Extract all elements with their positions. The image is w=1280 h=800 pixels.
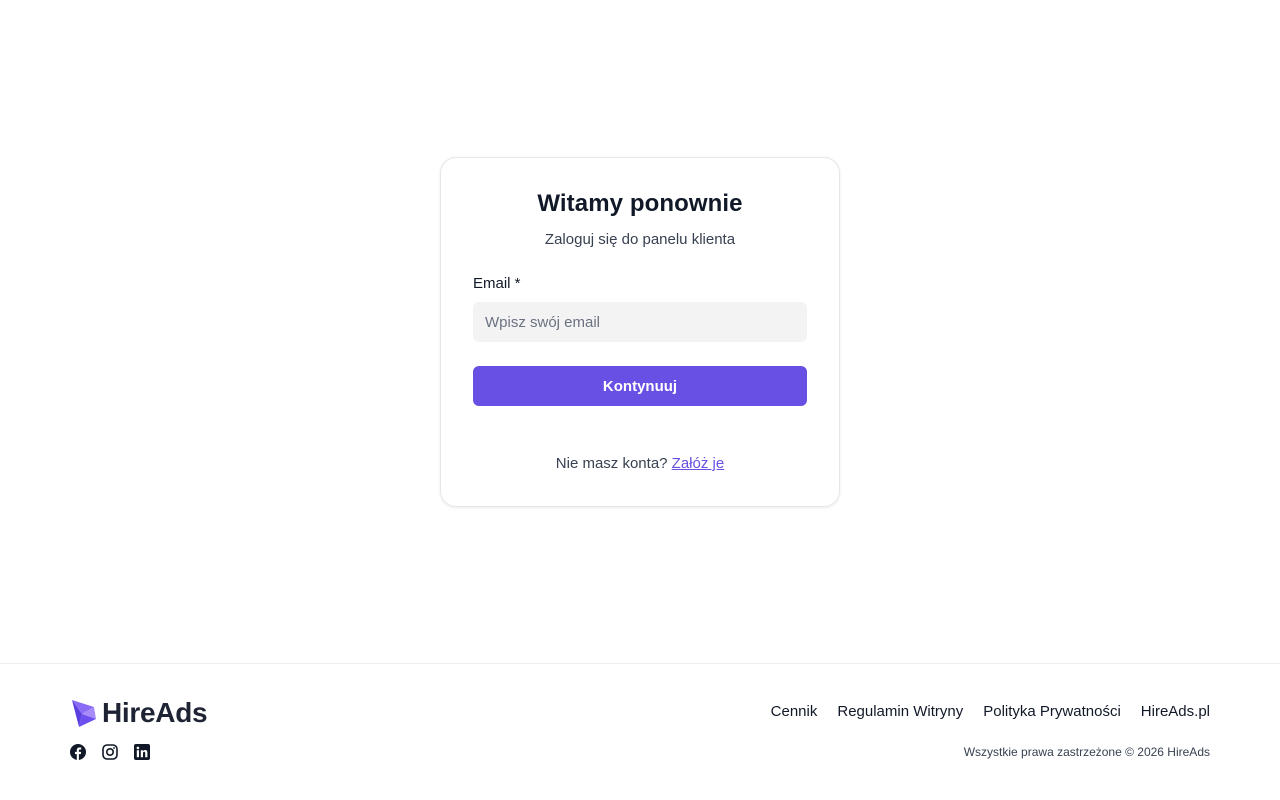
footer-link-polityka[interactable]: Polityka Prywatności [983, 703, 1121, 720]
no-account-text: Nie masz konta? [555, 455, 668, 472]
copyright-text: Wszystkie prawa zastrzeżone © 2026 HireA… [963, 745, 1210, 759]
footer: HireAds Cennik Regulamin Witryny Polityk… [0, 663, 1280, 800]
footer-link-regulamin[interactable]: Regulamin Witryny [837, 703, 963, 720]
signup-row: Nie masz konta? Załóż je [441, 455, 839, 472]
page-title: Witamy ponownie [537, 190, 743, 217]
main-content: Witamy ponownie Zaloguj się do panelu kl… [0, 0, 1280, 663]
footer-link-cennik[interactable]: Cennik [771, 703, 818, 720]
logo-text: HireAds [102, 697, 208, 728]
signup-link[interactable]: Załóż je [672, 455, 725, 472]
footer-nav: Cennik Regulamin Witryny Polityka Prywat… [771, 703, 1210, 720]
social-links [70, 744, 150, 760]
linkedin-icon[interactable] [134, 744, 150, 760]
page-subtitle: Zaloguj się do panelu klienta [544, 231, 736, 248]
instagram-icon[interactable] [102, 744, 118, 760]
login-card: Witamy ponownie Zaloguj się do panelu kl… [440, 157, 840, 507]
hireads-logo-icon [72, 700, 96, 727]
footer-link-hireads[interactable]: HireAds.pl [1141, 703, 1210, 720]
continue-button[interactable]: Kontynuuj [473, 366, 807, 406]
email-label: Email * [473, 275, 521, 292]
email-field[interactable] [473, 302, 807, 342]
logo[interactable]: HireAds [70, 696, 208, 730]
facebook-icon[interactable] [70, 744, 86, 760]
